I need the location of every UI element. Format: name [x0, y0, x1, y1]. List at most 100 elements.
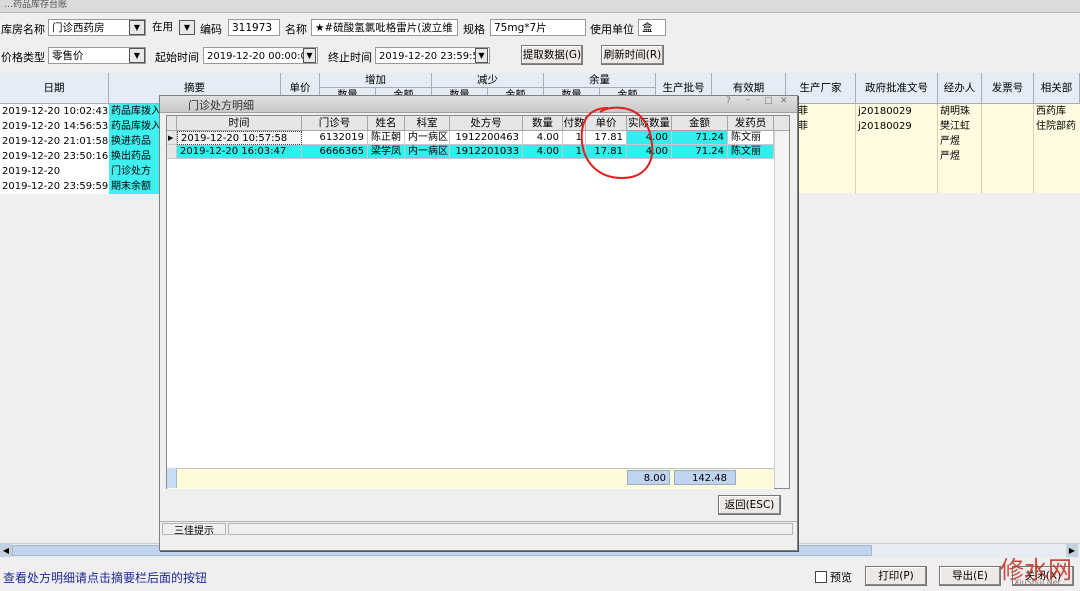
refresh-time-button[interactable]: 刷新时间(R) — [601, 45, 664, 65]
detail-col-dispenser[interactable]: 发药员 — [728, 116, 774, 131]
warehouse-dropdown-icon[interactable]: ▼ — [129, 20, 145, 35]
end-time-dropdown-icon[interactable]: ▼ — [475, 48, 488, 63]
main-row-date[interactable]: 2019-12-20 21:01:58 — [0, 134, 109, 149]
detail-cell-time[interactable]: 2019-12-20 16:03:47 — [177, 145, 302, 159]
detail-cell-amount[interactable]: 71.24 — [672, 145, 728, 159]
main-row-related[interactable] — [1034, 179, 1080, 194]
main-row-related[interactable] — [1034, 164, 1080, 179]
start-time-label: 起始时间 — [155, 51, 199, 64]
main-row-approval[interactable] — [856, 164, 938, 179]
start-time-input[interactable]: 2019-12-20 00:00:00 — [203, 47, 318, 64]
main-row-summary[interactable]: 药品库拨入 — [109, 104, 161, 119]
dialog-minimize-icon[interactable]: – — [746, 95, 751, 105]
main-row-date[interactable]: 2019-12-20 23:59:59 — [0, 179, 109, 194]
detail-cell-patient[interactable]: 陈正朝 — [368, 131, 405, 145]
main-row-approval[interactable]: j20180029 — [856, 119, 938, 134]
main-row-approval[interactable] — [856, 149, 938, 164]
detail-cell-patient[interactable]: 梁学凤 — [368, 145, 405, 159]
dialog-help-icon[interactable]: ? — [726, 96, 731, 106]
detail-col-rx-no[interactable]: 处方号 — [450, 116, 523, 131]
warehouse-label: 库房名称 — [1, 23, 45, 36]
main-row-related[interactable]: 住院部药 — [1034, 119, 1080, 134]
col-header-approval[interactable]: 政府批准文号 — [856, 73, 938, 104]
main-row-invoice[interactable] — [982, 134, 1034, 149]
fetch-data-button[interactable]: 提取数据(G) — [521, 45, 583, 65]
detail-col-visit-no[interactable]: 门诊号 — [302, 116, 368, 131]
main-row-invoice[interactable] — [982, 104, 1034, 119]
detail-cell-dept[interactable]: 内一病区 — [405, 145, 450, 159]
main-row-approval[interactable] — [856, 179, 938, 194]
main-row-related[interactable] — [1034, 134, 1080, 149]
main-row-handler[interactable]: 胡明珠 — [938, 104, 982, 119]
main-row-date[interactable]: 2019-12-20 — [0, 164, 109, 179]
main-row-summary[interactable]: 门诊处方 — [109, 164, 161, 179]
name-input[interactable]: ★#硫酸氢氯吡格雷片(波立维 — [311, 19, 458, 36]
main-row-approval[interactable] — [856, 134, 938, 149]
print-button[interactable]: 打印(P) — [865, 566, 927, 586]
detail-cell-time[interactable]: 2019-12-20 10:57:58 — [177, 131, 302, 145]
dialog-maximize-icon[interactable]: □ — [764, 96, 773, 106]
main-row-date[interactable]: 2019-12-20 23:50:16 — [0, 149, 109, 164]
col-header-date[interactable]: 日期 — [0, 73, 109, 104]
preview-checkbox[interactable] — [815, 571, 827, 583]
dialog-close-icon[interactable]: ✕ — [780, 96, 788, 106]
main-row-invoice[interactable] — [982, 164, 1034, 179]
status-hint: 查看处方明细请点击摘要栏后面的按钮 — [3, 571, 208, 585]
code-label: 编码 — [200, 23, 222, 36]
main-row-summary[interactable]: 药品库拨入 — [109, 119, 161, 134]
export-button[interactable]: 导出(E) — [939, 566, 1001, 586]
price-type-dropdown-icon[interactable]: ▼ — [129, 48, 145, 63]
col-header-handler[interactable]: 经办人 — [938, 73, 982, 104]
detail-col-amount[interactable]: 金额 — [672, 116, 728, 131]
main-row-handler[interactable]: 樊江虹 — [938, 119, 982, 134]
end-time-input[interactable]: 2019-12-20 23:59:59 — [375, 47, 490, 64]
main-row-invoice[interactable] — [982, 119, 1034, 134]
col-header-decrease[interactable]: 减少 — [432, 73, 544, 88]
main-row-invoice[interactable] — [982, 149, 1034, 164]
detail-col-time[interactable]: 时间 — [177, 116, 302, 131]
main-row-handler[interactable] — [938, 164, 982, 179]
detail-cell-amount[interactable]: 71.24 — [672, 131, 728, 145]
col-header-related[interactable]: 相关部 — [1034, 73, 1080, 104]
main-row-handler[interactable]: 严煜 — [938, 134, 982, 149]
unit-input[interactable]: 盒 — [638, 19, 666, 36]
dialog-title-bar: 门诊处方明细 ? – □ ✕ — [160, 95, 797, 113]
main-row-handler[interactable]: 严煜 — [938, 149, 982, 164]
detail-cell-rx-no[interactable]: 1912200463 — [450, 131, 523, 145]
col-header-increase[interactable]: 增加 — [320, 73, 432, 88]
detail-cell-visit-no[interactable]: 6666365 — [302, 145, 368, 159]
main-row-date[interactable]: 2019-12-20 10:02:43 — [0, 104, 109, 119]
main-row-summary[interactable]: 期末余额 — [109, 179, 161, 194]
code-input[interactable]: 311973 — [228, 19, 280, 36]
status-dropdown-icon[interactable]: ▼ — [179, 20, 195, 35]
start-time-dropdown-icon[interactable]: ▼ — [303, 48, 316, 63]
main-row-invoice[interactable] — [982, 179, 1034, 194]
detail-col-dept[interactable]: 科室 — [405, 116, 450, 131]
detail-vertical-scrollbar[interactable] — [774, 131, 789, 488]
detail-cell-rx-no[interactable]: 1912201033 — [450, 145, 523, 159]
detail-grid — [166, 115, 790, 489]
detail-cell-dispenser[interactable]: 陈文丽 — [728, 131, 774, 145]
main-row-handler[interactable] — [938, 179, 982, 194]
main-row-related[interactable] — [1034, 149, 1080, 164]
detail-col-qty[interactable]: 数量 — [523, 116, 563, 131]
main-row-related[interactable]: 西药库 — [1034, 104, 1080, 119]
col-header-balance[interactable]: 余量 — [544, 73, 656, 88]
main-row-summary[interactable]: 换进药品 — [109, 134, 161, 149]
back-button[interactable]: 返回(ESC) — [718, 495, 781, 515]
red-annotation-circle — [580, 106, 654, 180]
scroll-left-arrow-icon[interactable]: ◀ — [0, 544, 12, 557]
detail-cell-visit-no[interactable]: 6132019 — [302, 131, 368, 145]
col-header-invoice[interactable]: 发票号 — [982, 73, 1034, 104]
total-qty: 8.00 — [627, 470, 670, 485]
detail-cell-qty[interactable]: 4.00 — [523, 145, 563, 159]
name-label: 名称 — [285, 23, 307, 36]
main-row-date[interactable]: 2019-12-20 14:56:53 — [0, 119, 109, 134]
detail-cell-qty[interactable]: 4.00 — [523, 131, 563, 145]
detail-cell-dispenser[interactable]: 陈文丽 — [728, 145, 774, 159]
main-row-summary[interactable]: 换出药品 — [109, 149, 161, 164]
spec-input[interactable]: 75mg*7片 — [490, 19, 586, 36]
detail-cell-dept[interactable]: 内一病区 — [405, 131, 450, 145]
main-row-approval[interactable]: j20180029 — [856, 104, 938, 119]
detail-col-patient[interactable]: 姓名 — [368, 116, 405, 131]
